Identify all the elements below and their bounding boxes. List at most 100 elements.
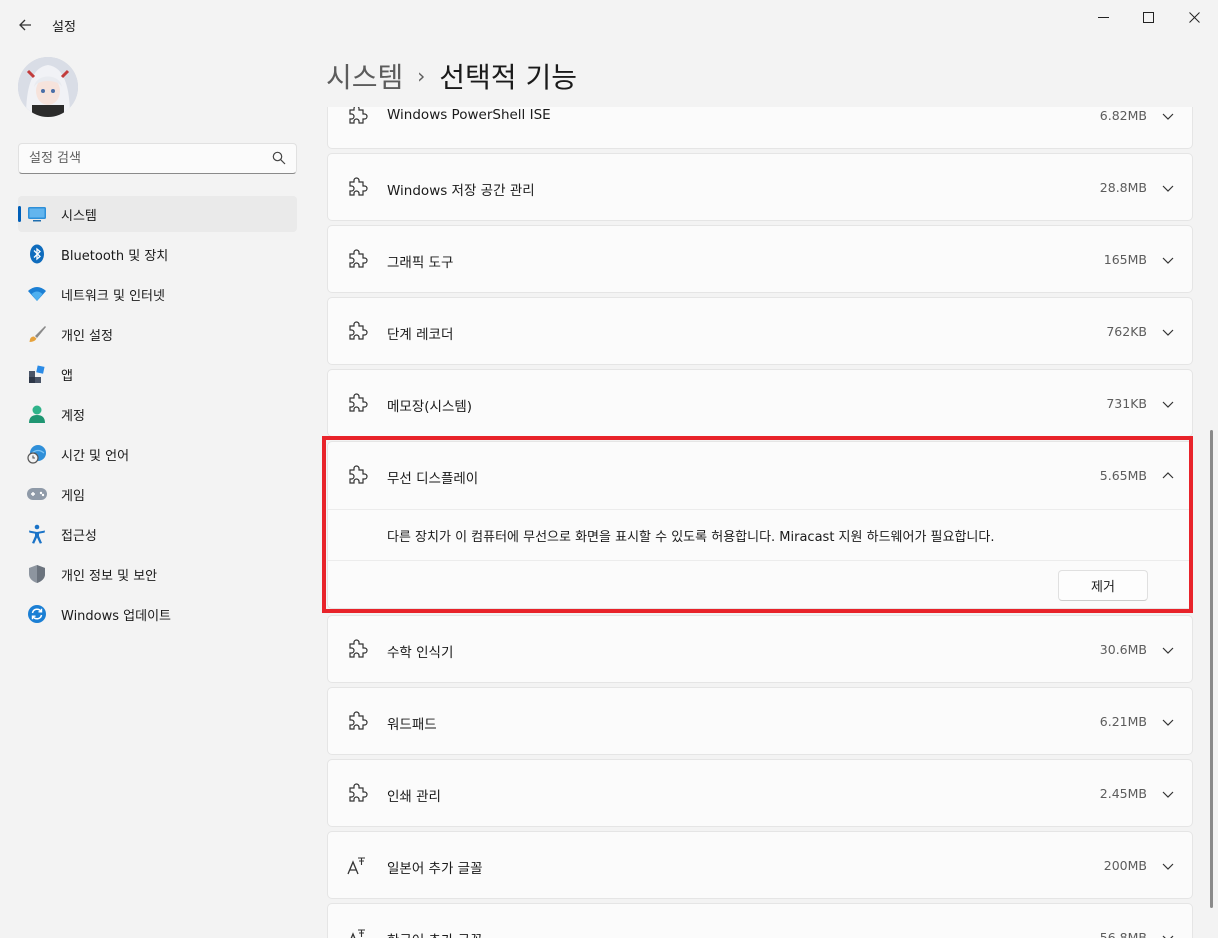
- feature-row[interactable]: 그래픽 도구 165MB: [327, 225, 1193, 293]
- chevron-down-icon[interactable]: [1161, 181, 1175, 195]
- scrollbar[interactable]: [1210, 430, 1213, 908]
- wifi-icon: [26, 283, 48, 305]
- sidebar-item-bluetooth[interactable]: Bluetooth 및 장치: [18, 236, 297, 272]
- close-button[interactable]: [1171, 4, 1217, 30]
- chevron-up-icon[interactable]: [1161, 469, 1175, 483]
- account-icon: [26, 403, 48, 425]
- chevron-down-icon[interactable]: [1161, 715, 1175, 729]
- feature-row[interactable]: 워드패드 6.21MB: [327, 687, 1193, 755]
- feature-row[interactable]: 단계 레코더 762KB: [327, 297, 1193, 365]
- feature-size: 200MB: [1103, 858, 1147, 873]
- maximize-icon: [1142, 11, 1154, 23]
- feature-name: 인쇄 관리: [387, 789, 441, 805]
- remove-button[interactable]: 제거: [1058, 570, 1148, 601]
- globe-clock-icon: [26, 443, 48, 465]
- font-icon: [347, 857, 365, 875]
- feature-name: 메모장(시스템): [387, 399, 473, 415]
- feature-row[interactable]: 인쇄 관리 2.45MB: [327, 759, 1193, 827]
- sidebar-item-label: 시스템: [61, 208, 97, 224]
- chevron-down-icon[interactable]: [1161, 787, 1175, 801]
- sidebar-item-system[interactable]: 시스템: [18, 196, 297, 232]
- feature-name[interactable]: 무선 디스플레이: [387, 467, 478, 487]
- app-title: 설정: [52, 20, 76, 35]
- bluetooth-icon: [26, 243, 48, 265]
- feature-row[interactable]: 수학 인식기 30.6MB: [327, 615, 1193, 683]
- gamepad-icon: [26, 483, 48, 505]
- chevron-down-icon[interactable]: [1161, 931, 1175, 938]
- sidebar-item-label: 시간 및 언어: [61, 448, 130, 464]
- sidebar-item-personalization[interactable]: 개인 설정: [18, 316, 297, 352]
- feature-size: 165MB: [1103, 252, 1147, 267]
- chevron-down-icon[interactable]: [1161, 397, 1175, 411]
- chevron-down-icon[interactable]: [1161, 253, 1175, 267]
- feature-list: Windows PowerShell ISE 6.82MB Windows 저장…: [327, 107, 1193, 938]
- chevron-down-icon[interactable]: [1161, 643, 1175, 657]
- sidebar-item-label: 네트워크 및 인터넷: [61, 288, 165, 304]
- avatar[interactable]: [18, 57, 78, 117]
- feature-name: 워드패드: [387, 717, 437, 733]
- feature-row[interactable]: 메모장(시스템) 731KB: [327, 369, 1193, 437]
- font-icon: [350, 929, 365, 938]
- avatar-image-icon: [18, 57, 78, 117]
- feature-size: 6.82MB: [1099, 108, 1147, 123]
- puzzle-icon: [349, 249, 368, 268]
- sidebar-item-label: 개인 설정: [61, 328, 113, 344]
- chevron-down-icon[interactable]: [1161, 109, 1175, 123]
- feature-name: Windows PowerShell ISE: [387, 107, 551, 123]
- shield-icon: [26, 563, 48, 585]
- search-input[interactable]: [19, 144, 259, 173]
- sidebar-item-privacy-security[interactable]: 개인 정보 및 보안: [18, 556, 297, 592]
- back-button[interactable]: [14, 14, 36, 36]
- divider: [328, 560, 1192, 561]
- puzzle-icon: [349, 465, 368, 484]
- feature-row[interactable]: 일본어 추가 글꼴 200MB: [327, 831, 1193, 899]
- feature-name: 한국어 추가 글꼴: [387, 929, 483, 938]
- close-icon: [1188, 11, 1200, 23]
- sidebar-item-label: Bluetooth 및 장치: [61, 248, 169, 264]
- puzzle-icon: [349, 711, 368, 730]
- sidebar-item-time-language[interactable]: 시간 및 언어: [18, 436, 297, 472]
- sidebar-item-label: 계정: [61, 408, 85, 424]
- sidebar-item-network[interactable]: 네트워크 및 인터넷: [18, 276, 297, 312]
- sidebar-item-apps[interactable]: 앱: [18, 356, 297, 392]
- feature-size: 56.8MB: [1099, 930, 1147, 938]
- feature-size: 5.65MB: [1099, 468, 1147, 483]
- sidebar-item-label: 접근성: [61, 528, 97, 544]
- system-icon: [26, 203, 48, 225]
- maximize-button[interactable]: [1125, 4, 1171, 30]
- breadcrumb-parent[interactable]: 시스템: [326, 56, 403, 96]
- sidebar-nav: 시스템 Bluetooth 및 장치 네트워크 및 인터넷 개인 설정 앱 계정: [18, 196, 297, 636]
- feature-name: 단계 레코더: [387, 327, 454, 343]
- feature-name: Windows 저장 공간 관리: [387, 183, 535, 199]
- chevron-down-icon[interactable]: [1161, 859, 1175, 873]
- brush-icon: [26, 323, 48, 345]
- settings-search[interactable]: [18, 143, 297, 174]
- puzzle-icon: [349, 639, 368, 658]
- back-arrow-icon: [19, 19, 31, 31]
- feature-size: 28.8MB: [1099, 180, 1147, 195]
- feature-row[interactable]: Windows PowerShell ISE 6.82MB: [327, 107, 1193, 149]
- search-icon[interactable]: [272, 151, 286, 165]
- feature-row[interactable]: 한국어 추가 글꼴 56.8MB: [327, 903, 1193, 938]
- sidebar-item-gaming[interactable]: 게임: [18, 476, 297, 512]
- sidebar-item-label: 게임: [61, 488, 85, 504]
- puzzle-icon: [349, 321, 368, 340]
- apps-icon: [26, 363, 48, 385]
- sidebar-item-label: 개인 정보 및 보안: [61, 568, 158, 584]
- chevron-down-icon[interactable]: [1161, 325, 1175, 339]
- page-title: 선택적 기능: [439, 61, 577, 94]
- title-bar: 설정: [0, 0, 1218, 48]
- puzzle-icon: [349, 393, 368, 412]
- feature-size: 6.21MB: [1099, 714, 1147, 729]
- feature-size: 731KB: [1106, 396, 1147, 411]
- puzzle-icon: [349, 177, 368, 196]
- feature-row[interactable]: Windows 저장 공간 관리 28.8MB: [327, 153, 1193, 221]
- sidebar-item-windows-update[interactable]: Windows 업데이트: [18, 596, 297, 632]
- sidebar-item-accessibility[interactable]: 접근성: [18, 516, 297, 552]
- minimize-icon: [1097, 16, 1109, 18]
- sidebar-item-accounts[interactable]: 계정: [18, 396, 297, 432]
- minimize-button[interactable]: [1080, 4, 1126, 30]
- feature-size: 2.45MB: [1099, 786, 1147, 801]
- update-icon: [26, 603, 48, 625]
- feature-name: 일본어 추가 글꼴: [387, 861, 483, 877]
